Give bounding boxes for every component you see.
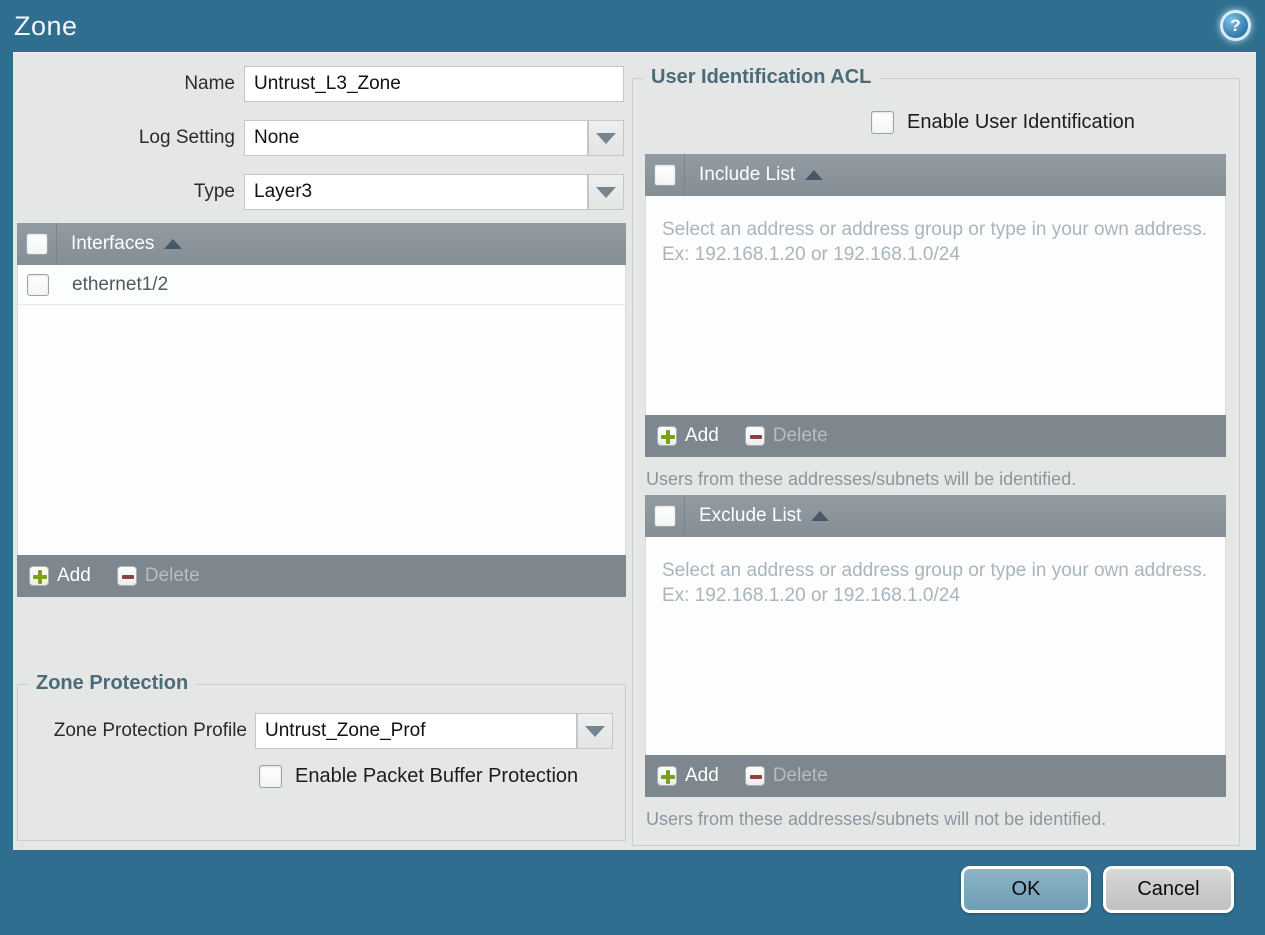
interfaces-table-header: Interfaces [17, 223, 626, 265]
sort-ascending-icon[interactable] [164, 239, 183, 249]
type-label: Type [193, 181, 235, 202]
chevron-down-icon [585, 725, 605, 737]
dialog-titlebar: Zone ? [0, 0, 1265, 52]
zone-protection-legend: Zone Protection [28, 672, 197, 695]
exclude-list-caption: Users from these addresses/subnets will … [646, 809, 1107, 829]
type-dropdown[interactable]: Layer3 [244, 174, 588, 210]
include-list-select-all-checkbox[interactable] [653, 164, 676, 186]
include-list-body[interactable]: Select an address or address group or ty… [645, 196, 1226, 415]
exclude-list-body[interactable]: Select an address or address group or ty… [645, 537, 1226, 755]
include-list-column-header[interactable]: Include List [699, 164, 795, 186]
name-label: Name [184, 73, 235, 94]
sort-ascending-icon[interactable] [811, 511, 830, 521]
interfaces-select-all-checkbox[interactable] [25, 233, 48, 255]
include-list-caption: Users from these addresses/subnets will … [646, 469, 1077, 489]
exclude-list-select-all-checkbox[interactable] [653, 505, 676, 527]
delete-minus-icon [744, 426, 765, 446]
enable-user-identification-label: Enable User Identification [907, 111, 1135, 133]
chevron-down-icon [596, 186, 616, 198]
delete-minus-icon [116, 566, 137, 586]
include-list-header: Include List [645, 154, 1226, 196]
log-setting-dropdown[interactable]: None [244, 120, 588, 156]
cancel-button[interactable]: Cancel [1103, 866, 1234, 913]
zone-protection-profile-dropdown[interactable]: Untrust_Zone_Prof [255, 713, 577, 749]
exclude-list-delete-button[interactable]: Delete [744, 765, 828, 787]
dialog-title: Zone [14, 11, 78, 41]
interfaces-delete-button[interactable]: Delete [116, 565, 200, 587]
zone-dialog: Zone ? Name Log Setting None Type Layer3… [0, 0, 1265, 935]
zone-protection-profile-dropdown-button[interactable] [577, 713, 613, 749]
delete-minus-icon [744, 766, 765, 786]
include-list-placeholder: Select an address or address group or ty… [662, 219, 1207, 265]
sort-ascending-icon[interactable] [805, 170, 824, 180]
dialog-body: Name Log Setting None Type Layer3 Interf… [13, 52, 1256, 850]
exclude-list-add-button[interactable]: Add [657, 765, 719, 787]
log-setting-label: Log Setting [138, 127, 235, 148]
zone-protection-section: Zone Protection [17, 672, 626, 841]
packet-buffer-protection-row: Enable Packet Buffer Protection [259, 765, 578, 788]
interfaces-table-body: ethernet1/2 [17, 265, 626, 555]
include-list-add-button[interactable]: Add [657, 425, 719, 447]
ok-button[interactable]: OK [961, 866, 1091, 913]
enable-user-identification-row: Enable User Identification [871, 111, 1135, 134]
interface-row-checkbox[interactable] [27, 273, 49, 296]
user-identification-acl-legend: User Identification ACL [643, 66, 880, 89]
exclude-list-placeholder: Select an address or address group or ty… [662, 560, 1207, 606]
add-plus-icon [657, 426, 677, 446]
interface-name: ethernet1/2 [72, 273, 169, 295]
interfaces-add-button[interactable]: Add [29, 565, 91, 587]
name-input[interactable] [244, 66, 624, 102]
type-dropdown-button[interactable] [588, 174, 624, 210]
exclude-list-header: Exclude List [645, 495, 1226, 537]
add-plus-icon [29, 566, 49, 586]
interface-row[interactable]: ethernet1/2 [18, 265, 625, 305]
add-plus-icon [657, 766, 677, 786]
packet-buffer-protection-label: Enable Packet Buffer Protection [295, 765, 579, 787]
include-list-toolbar: Add Delete [645, 415, 1226, 457]
interfaces-table-toolbar: Add Delete [17, 555, 626, 597]
log-setting-dropdown-button[interactable] [588, 120, 624, 156]
exclude-list-toolbar: Add Delete [645, 755, 1226, 797]
include-list-delete-button[interactable]: Delete [744, 425, 828, 447]
exclude-list-column-header[interactable]: Exclude List [699, 505, 801, 527]
interfaces-column-header[interactable]: Interfaces [71, 233, 154, 255]
enable-user-identification-checkbox[interactable] [871, 111, 894, 134]
chevron-down-icon [596, 132, 616, 144]
packet-buffer-protection-checkbox[interactable] [259, 765, 282, 788]
zone-protection-profile-label: Zone Protection Profile [53, 720, 247, 741]
help-icon[interactable]: ? [1220, 10, 1251, 41]
